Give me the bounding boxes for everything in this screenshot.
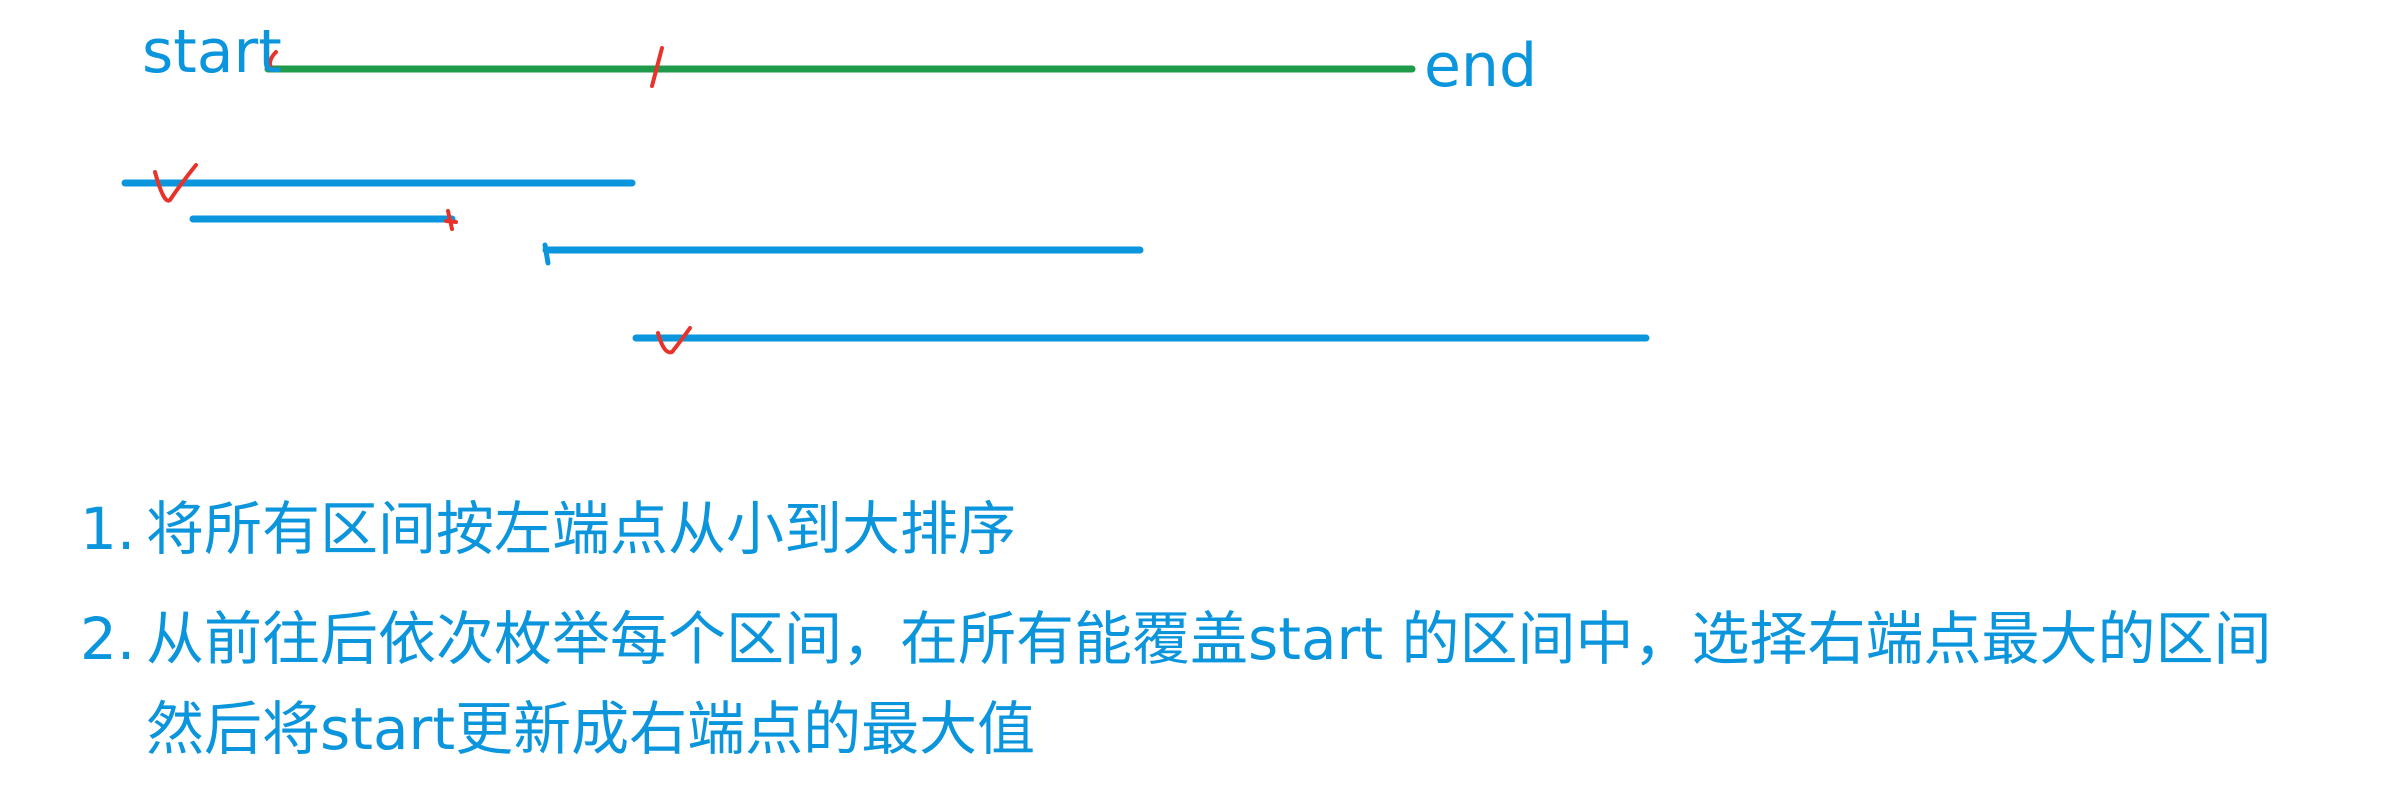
interval-3-left-tick [542,242,551,266]
step-2-text: 从前往后依次枚举每个区间，在所有能覆盖start 的区间中，选择右端点最大的区间 [146,605,2272,673]
start-label: start [142,17,282,87]
step-1-text: 将所有区间按左端点从小到大排序 [146,495,1017,563]
step-2-number: 2. [80,605,136,673]
step-2-continuation: 然后将start更新成右端点的最大值 [146,695,1036,763]
step-2: 2. 从前往后依次枚举每个区间，在所有能覆盖start 的区间中，选择右端点最大的… [80,610,2272,668]
interval-2-end-mark [444,209,458,231]
end-label: end [1424,31,1538,101]
step-1-number: 1. [80,495,136,563]
step-1: 1. 将所有区间按左端点从小到大排序 [80,500,1016,558]
